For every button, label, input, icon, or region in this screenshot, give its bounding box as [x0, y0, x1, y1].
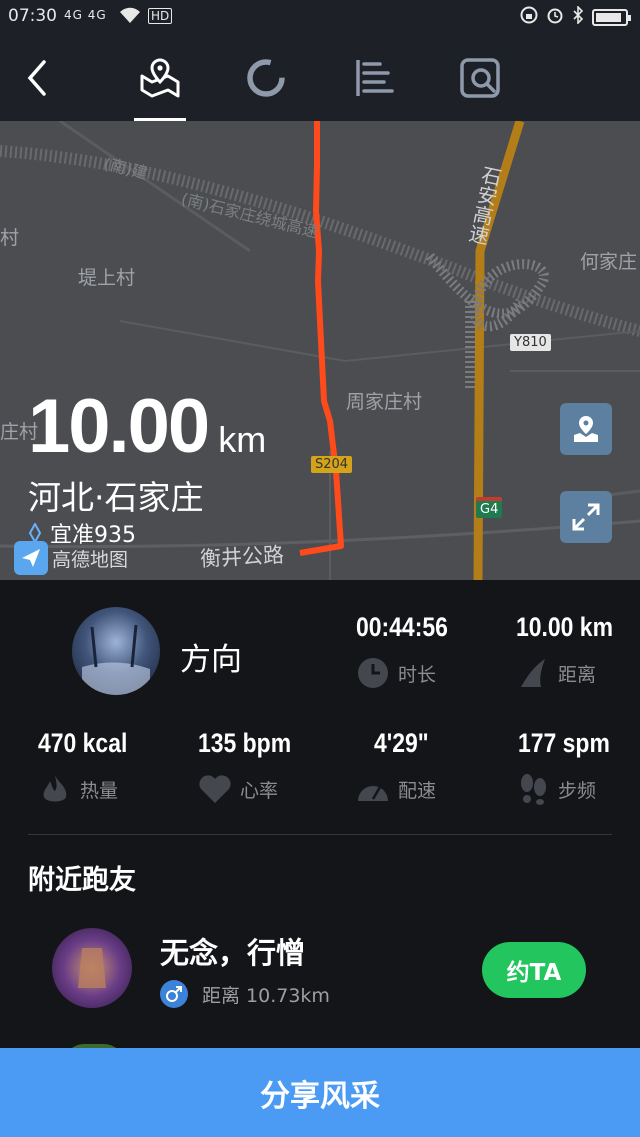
section-divider — [28, 834, 612, 835]
alarm-icon — [546, 6, 564, 29]
meet-runner-button[interactable]: 约TA — [482, 942, 586, 998]
cadence-label: 步频 — [516, 772, 596, 806]
clock-icon — [356, 656, 390, 690]
place-label: 堤上村 — [78, 267, 136, 289]
amap-logo-icon — [14, 541, 48, 575]
footprint-icon — [516, 772, 550, 806]
distance-icon — [516, 656, 550, 690]
road-badge-y810: Y810 — [510, 334, 551, 351]
run-stats: 方向 00:44:56 时长 10.00 km 距离 470 kcal 热量 1… — [0, 580, 640, 1064]
total-distance-value: 10.00 — [28, 384, 210, 469]
duration-value: 00:44:56 — [356, 612, 448, 642]
calories-value: 470 kcal — [38, 728, 128, 758]
top-toolbar — [0, 34, 640, 121]
gauge-icon — [356, 772, 390, 806]
tab-map-route[interactable] — [136, 54, 184, 102]
pace-label: 配速 — [356, 772, 436, 806]
road-label-hengjing: 衡井公路 — [199, 542, 285, 572]
map-provider-name: 高德地图 — [52, 548, 129, 571]
nearby-title: 附近跑友 — [28, 865, 136, 896]
flame-icon — [38, 772, 72, 806]
runner-meta: 距离 10.73km — [160, 980, 330, 1008]
tab-ring-chart[interactable] — [242, 54, 290, 102]
list-chart-icon — [356, 60, 394, 96]
route-map[interactable]: 村 堤上村 何家庄 周家庄村 庄村 石安高速 (南)石家庄绕城高速 (南)建 衡… — [0, 121, 640, 580]
heart-icon — [198, 772, 232, 806]
male-icon — [160, 980, 188, 1008]
road-badge-s204: S204 — [311, 456, 353, 473]
watch-icon — [28, 523, 42, 543]
share-button[interactable]: 分享风采 — [0, 1048, 640, 1137]
road-badge-g4: G4 — [476, 497, 503, 518]
total-distance: 10.00 km — [28, 383, 266, 470]
place-label: 周家庄村 — [346, 391, 423, 413]
tab-list-chart[interactable] — [350, 54, 398, 102]
ring-chart-icon — [247, 59, 285, 97]
bluetooth-icon — [572, 5, 584, 29]
status-bar: 07:30 4G 4G HD — [0, 0, 640, 34]
total-distance-unit: km — [218, 419, 267, 460]
tab-search-detail[interactable] — [456, 54, 504, 102]
map-pin-icon — [574, 416, 598, 442]
search-detail-icon — [460, 58, 500, 98]
lock-rotation-icon — [520, 6, 538, 29]
heart-rate-value: 135 bpm — [198, 728, 292, 758]
runner-avatar[interactable] — [52, 928, 132, 1008]
profile-name: 方向 — [180, 642, 242, 678]
cadence-value: 177 spm — [518, 728, 610, 758]
pace-value: 4'29" — [374, 728, 429, 758]
wifi-icon — [118, 5, 142, 30]
calories-label-text: 热量 — [80, 779, 119, 802]
heart-rate-label: 心率 — [198, 772, 278, 806]
city-label: 河北·石家庄 — [28, 478, 204, 517]
distance-value: 10.00 km — [516, 612, 613, 642]
map-provider: 高德地图 — [14, 541, 128, 575]
runner-distance: 距离 10.73km — [202, 984, 330, 1007]
duration-label-text: 时长 — [398, 663, 437, 686]
back-icon — [27, 60, 46, 96]
status-time: 07:30 — [8, 6, 57, 26]
map-route-icon — [140, 58, 180, 98]
avatar[interactable] — [72, 607, 160, 695]
place-label: 村 — [0, 227, 20, 249]
distance-label: 距离 — [516, 656, 596, 690]
runner-name: 无念，行憎 — [160, 936, 306, 970]
calories-label: 热量 — [38, 772, 118, 806]
pace-label-text: 配速 — [398, 779, 437, 802]
place-label: 何家庄 — [580, 251, 638, 273]
fullscreen-button[interactable] — [560, 491, 612, 543]
duration-label: 时长 — [356, 656, 436, 690]
battery-icon — [592, 9, 631, 26]
signal-icon: 4G 4G — [64, 8, 107, 22]
back-button[interactable] — [14, 54, 62, 102]
cadence-label-text: 步频 — [558, 779, 597, 802]
hd-badge: HD — [148, 8, 173, 24]
heart-rate-label-text: 心率 — [240, 779, 279, 802]
distance-label-text: 距离 — [558, 663, 597, 686]
locate-button[interactable] — [560, 403, 612, 455]
expand-icon — [572, 503, 600, 531]
